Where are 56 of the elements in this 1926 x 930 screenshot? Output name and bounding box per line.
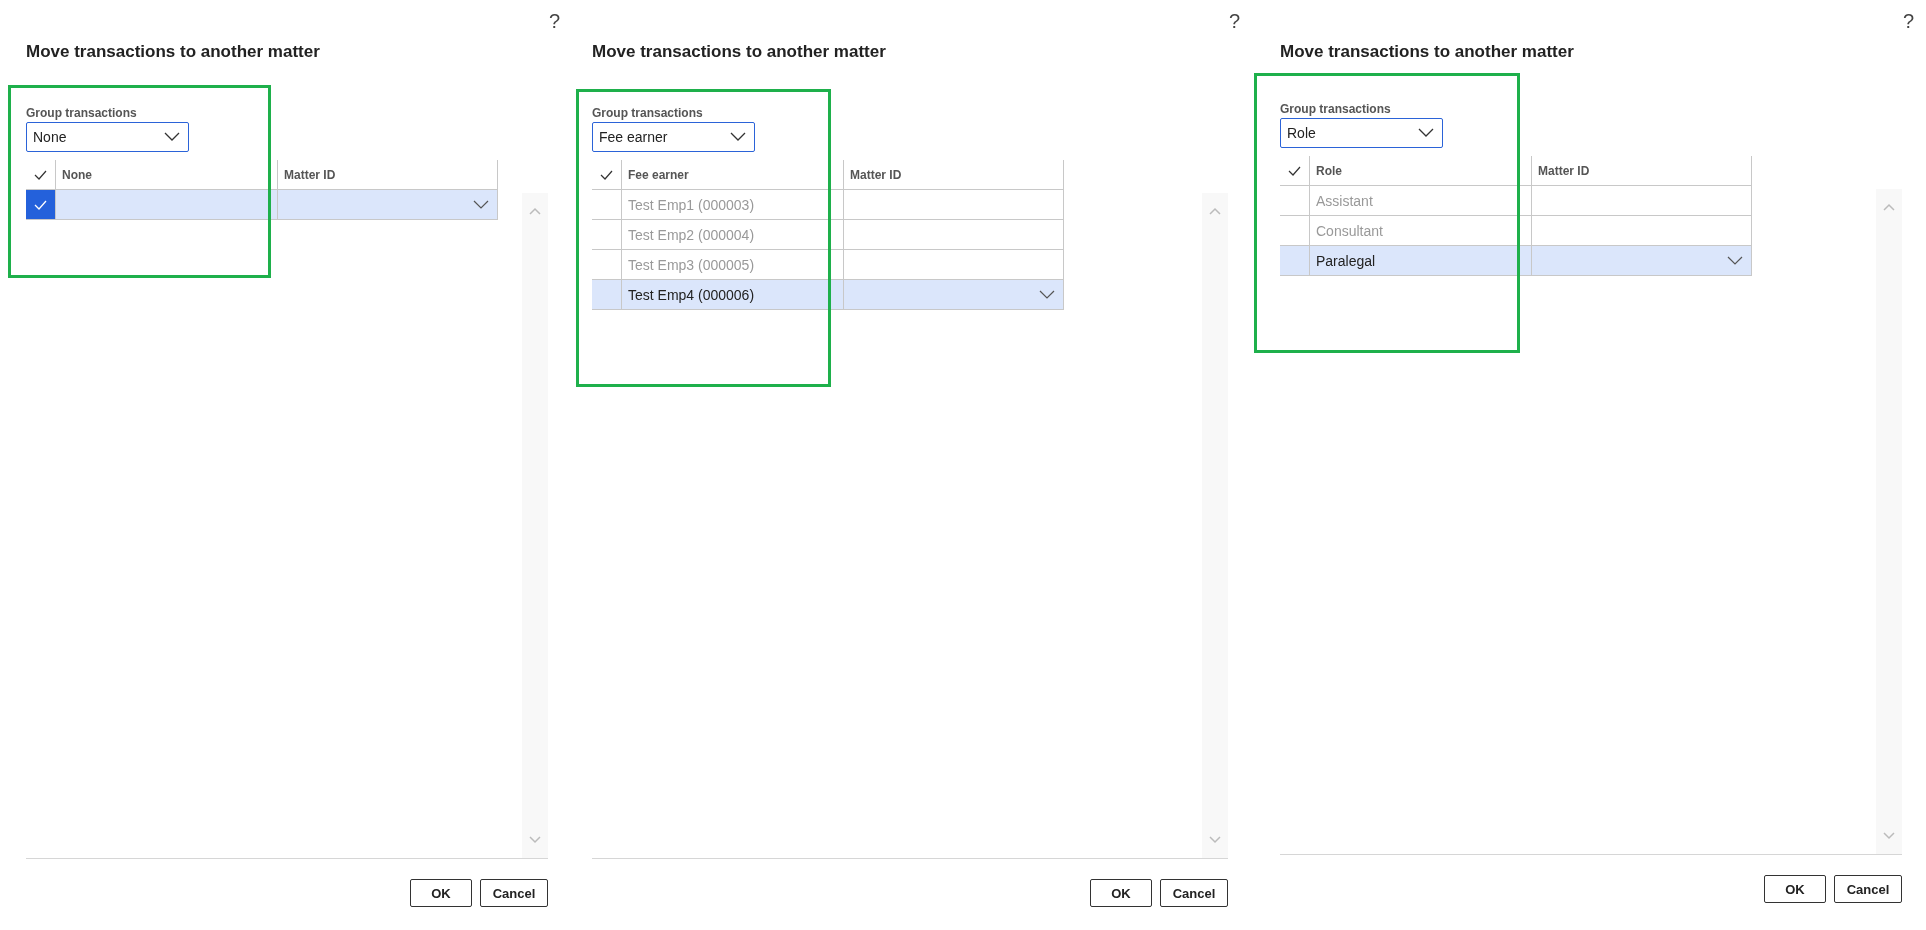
grid-row[interactable]: Test Emp4 (000006) bbox=[592, 280, 1064, 310]
help-button[interactable]: ? bbox=[1902, 8, 1916, 34]
table-cell: Consultant bbox=[1316, 222, 1383, 239]
dialog-button[interactable]: Cancel bbox=[1834, 875, 1902, 903]
row-checkbox[interactable] bbox=[592, 220, 622, 250]
chevron-up-icon[interactable] bbox=[529, 207, 541, 215]
chevron-up-icon[interactable] bbox=[1209, 207, 1221, 215]
select-all-header[interactable] bbox=[592, 160, 622, 190]
chevron-down-icon bbox=[730, 132, 746, 142]
grid-row[interactable] bbox=[26, 190, 498, 220]
row-checkbox[interactable] bbox=[1280, 186, 1310, 216]
row-checkbox[interactable] bbox=[26, 190, 56, 220]
group-dropdown[interactable]: Fee earner bbox=[592, 122, 755, 152]
checkmark-icon bbox=[34, 169, 47, 180]
help-button[interactable]: ? bbox=[1228, 8, 1242, 34]
scrollbar[interactable] bbox=[522, 193, 548, 858]
chevron-down-icon bbox=[164, 132, 180, 142]
row-checkbox[interactable] bbox=[592, 190, 622, 220]
table-cell: Test Emp3 (000005) bbox=[628, 256, 755, 273]
chevron-down-icon[interactable] bbox=[1727, 255, 1743, 266]
help-button[interactable]: ? bbox=[548, 8, 562, 34]
checkmark-icon bbox=[600, 169, 613, 180]
column-header[interactable]: Role bbox=[1310, 156, 1532, 186]
dialog-title: Move transactions to another matter bbox=[592, 42, 887, 63]
column-header[interactable]: Matter ID bbox=[844, 160, 1064, 190]
dialog-button[interactable]: OK bbox=[1090, 879, 1152, 907]
table-cell: Paralegal bbox=[1316, 252, 1376, 269]
table-cell: Assistant bbox=[1316, 192, 1373, 209]
table-cell: Test Emp2 (000004) bbox=[628, 226, 755, 243]
dialog-button[interactable]: Cancel bbox=[480, 879, 548, 907]
field-label: Group transactions bbox=[26, 106, 138, 122]
group-dropdown[interactable]: None bbox=[26, 122, 189, 152]
dialog-button[interactable]: OK bbox=[410, 879, 472, 907]
dialog-button[interactable]: OK bbox=[1764, 875, 1826, 903]
dialog-title: Move transactions to another matter bbox=[1280, 42, 1575, 63]
chevron-down-icon bbox=[1418, 128, 1434, 138]
chevron-down-icon[interactable] bbox=[473, 199, 489, 210]
checkmark-icon bbox=[1288, 165, 1301, 176]
field-label: Group transactions bbox=[1280, 102, 1392, 118]
field-label: Group transactions bbox=[592, 106, 704, 122]
select-all-header[interactable] bbox=[1280, 156, 1310, 186]
checkmark-icon bbox=[34, 199, 47, 210]
row-checkbox[interactable] bbox=[1280, 246, 1310, 276]
scrollbar[interactable] bbox=[1876, 189, 1902, 854]
grid-row[interactable]: Paralegal bbox=[1280, 246, 1752, 276]
dialog-button[interactable]: Cancel bbox=[1160, 879, 1228, 907]
column-header[interactable]: Fee earner bbox=[622, 160, 844, 190]
scrollbar[interactable] bbox=[1202, 193, 1228, 858]
group-dropdown[interactable]: Role bbox=[1280, 118, 1443, 148]
dialog-title: Move transactions to another matter bbox=[26, 42, 321, 63]
column-header[interactable]: Matter ID bbox=[1532, 156, 1752, 186]
chevron-up-icon[interactable] bbox=[1883, 203, 1895, 211]
table-cell: Test Emp1 (000003) bbox=[628, 196, 755, 213]
row-checkbox[interactable] bbox=[592, 280, 622, 310]
table-cell: Test Emp4 (000006) bbox=[628, 286, 755, 303]
chevron-down-icon[interactable] bbox=[1039, 289, 1055, 300]
